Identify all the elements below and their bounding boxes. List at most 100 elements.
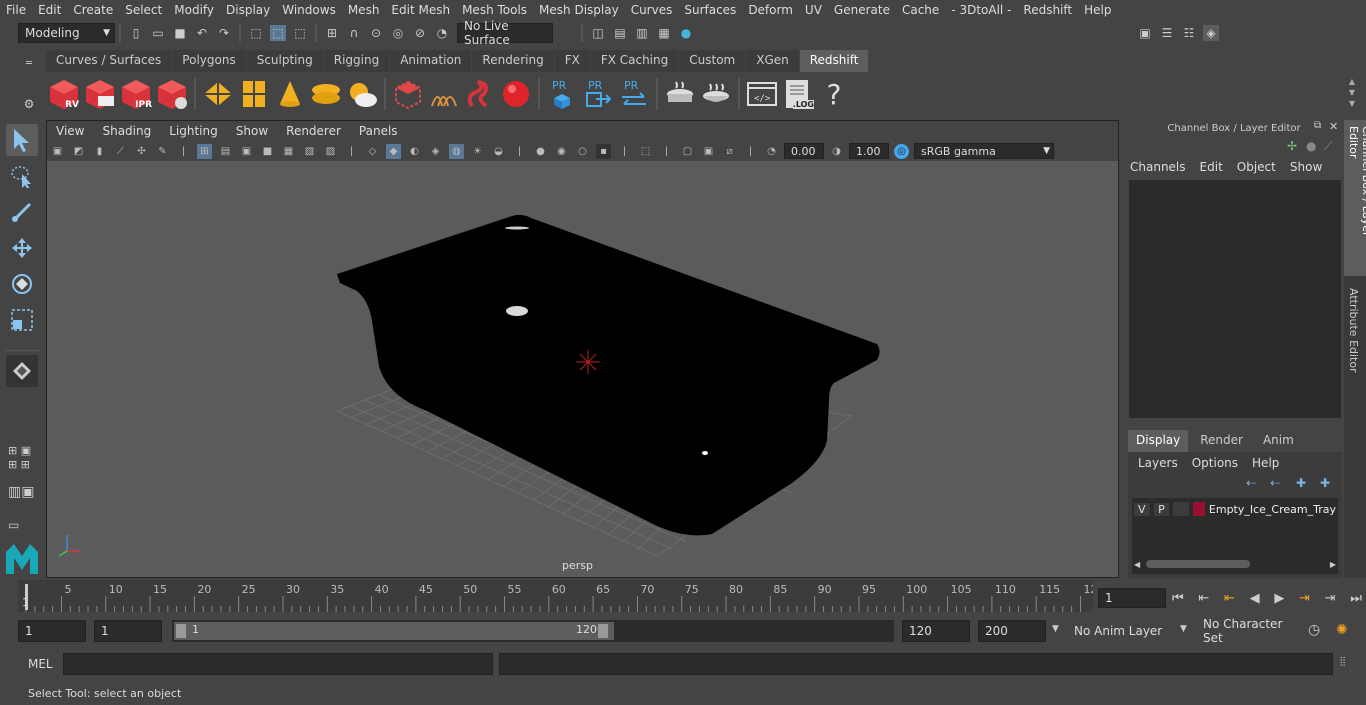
rs-script-icon[interactable]: </> (746, 78, 778, 110)
play-forward-icon[interactable]: ▶ (1274, 591, 1284, 606)
menu-uv[interactable]: UV (799, 3, 828, 17)
grid-icon[interactable]: ⊞ (197, 143, 212, 159)
menu-display[interactable]: Display (220, 3, 276, 17)
tab-anim[interactable]: Anim (1255, 430, 1302, 452)
select-hierarchy-icon[interactable]: ⬚ (248, 25, 264, 41)
use-default-material-icon[interactable]: ◐ (407, 144, 422, 159)
tab-display[interactable]: Display (1128, 430, 1189, 452)
soft-select-icon[interactable] (6, 355, 38, 387)
rs-hair-icon[interactable] (428, 78, 460, 110)
visibility-toggle[interactable]: V (1134, 502, 1150, 516)
range-slider-thumb[interactable] (174, 622, 614, 640)
tab-render[interactable]: Render (1192, 430, 1251, 452)
render-frame-icon[interactable]: ▤ (612, 25, 628, 41)
shelf-scroll[interactable]: ▲ ▼ ▼ (1345, 76, 1359, 112)
vp-menu-panels[interactable]: Panels (350, 124, 407, 138)
xray-icon[interactable]: ◍ (449, 143, 464, 159)
menu-windows[interactable]: Windows (276, 3, 342, 17)
rs-log-icon[interactable]: .LOG (782, 78, 814, 110)
menu-generate[interactable]: Generate (828, 3, 896, 17)
camera-select-icon[interactable]: ▣ (50, 144, 65, 159)
tab-fx-caching[interactable]: FX Caching (590, 50, 679, 72)
axis-gizmo-icon[interactable]: ✢ (1287, 139, 1297, 153)
start-time-field[interactable]: 1 (18, 620, 86, 642)
rs-sphere-icon[interactable] (500, 78, 532, 110)
color-management-icon[interactable]: ◎ (894, 143, 909, 159)
move-layer-up-icon[interactable]: ⇠ (1246, 476, 1256, 490)
tab-rendering[interactable]: Rendering (472, 50, 554, 72)
step-back-key-icon[interactable]: ⇤ (1224, 591, 1235, 606)
menu-deform[interactable]: Deform (742, 3, 799, 17)
menu-mesh[interactable]: Mesh (342, 3, 386, 17)
lights-icon[interactable]: ☀ (470, 144, 485, 159)
rs-bake-icon[interactable] (664, 78, 696, 110)
new-layer-icon[interactable]: ✚ (1296, 476, 1306, 490)
rs-pr-cube-icon[interactable]: PR (546, 78, 578, 110)
menu-mesh-display[interactable]: Mesh Display (533, 3, 625, 17)
render-settings-icon[interactable]: ▦ (656, 25, 672, 41)
pin-icon[interactable]: ● (1306, 139, 1316, 153)
horizontal-scrollbar[interactable]: ◀ ▶ (1134, 558, 1336, 570)
new-scene-icon[interactable]: ▯ (128, 25, 144, 41)
playback-start-field[interactable]: 1 (94, 620, 162, 642)
chevron-down-icon[interactable]: ▼ (1180, 624, 1187, 634)
backface-icon[interactable]: ⧄ (722, 144, 737, 159)
rs-pr-sync-icon[interactable]: PR (618, 78, 650, 110)
menu-edit[interactable]: Edit (32, 3, 67, 17)
rs-render-sequence-icon[interactable] (84, 78, 116, 110)
safe-title-icon[interactable]: ▨ (323, 144, 338, 159)
camera-attr-icon[interactable]: ◩ (71, 144, 86, 159)
vp-menu-view[interactable]: View (47, 124, 93, 138)
select-tool-icon[interactable] (6, 124, 38, 156)
open-scene-icon[interactable]: ▭ (150, 25, 166, 41)
image-plane-icon[interactable]: ⟋ (113, 144, 128, 159)
smooth-shade-icon[interactable]: ◆ (386, 143, 401, 159)
render-view-icon[interactable]: ◫ (590, 25, 606, 41)
gamma-icon[interactable]: ◑ (829, 144, 844, 159)
layer-menu-help[interactable]: Help (1252, 456, 1279, 470)
motion-blur-icon[interactable]: ◉ (554, 144, 569, 159)
cb-menu-channels[interactable]: Channels (1130, 160, 1186, 178)
menu-create[interactable]: Create (67, 3, 119, 17)
rs-light-spot-icon[interactable] (274, 78, 306, 110)
menu-help[interactable]: Help (1078, 3, 1117, 17)
playback-end-field[interactable]: 120 (902, 620, 970, 642)
snap-live-icon[interactable]: ◔ (434, 25, 450, 41)
layer-color-swatch[interactable] (1192, 502, 1205, 516)
snap-curve-icon[interactable]: ∩ (346, 25, 362, 41)
cb-menu-object[interactable]: Object (1237, 160, 1276, 178)
move-tool-icon[interactable] (6, 232, 38, 264)
layout-outliner-icon[interactable]: ▭ (8, 518, 38, 532)
end-time-field[interactable]: 200 (978, 620, 1046, 642)
select-component-icon[interactable]: ⬚ (292, 25, 308, 41)
shadows-icon[interactable]: ◒ (491, 144, 506, 159)
move-layer-down-icon[interactable]: ⇠ (1270, 476, 1280, 490)
rs-pr-export-icon[interactable]: PR (582, 78, 614, 110)
save-scene-icon[interactable]: ■ (172, 25, 188, 41)
tab-channel-box-layer-editor[interactable]: Channel Box / Layer Editor (1344, 120, 1366, 276)
command-input[interactable] (63, 653, 493, 675)
mode-dropdown[interactable]: Modeling ▼ (18, 23, 115, 43)
scroll-left-icon[interactable]: ◀ (1134, 560, 1140, 569)
layout-quad-icon[interactable]: ⊞ ▣ ⊞ ⊞ (8, 444, 38, 474)
rs-render-view-icon[interactable]: RV (48, 78, 80, 110)
rs-proxy-icon[interactable] (392, 78, 424, 110)
xray-active-icon[interactable]: ▣ (701, 144, 716, 159)
script-language-label[interactable]: MEL (28, 657, 53, 671)
tab-rigging[interactable]: Rigging (323, 50, 390, 72)
step-forward-icon[interactable]: ⇥ (1325, 591, 1336, 606)
play-backward-icon[interactable]: ◀ (1250, 591, 1260, 606)
scroll-thumb[interactable] (1146, 560, 1251, 568)
safe-action-icon[interactable]: ▧ (302, 144, 317, 159)
menu-modify[interactable]: Modify (168, 3, 220, 17)
go-to-end-icon[interactable]: ⏭ (1350, 591, 1362, 606)
3d-scene-view[interactable]: persp (47, 161, 1118, 577)
tab-curves-surfaces[interactable]: Curves / Surfaces (46, 50, 172, 72)
step-back-icon[interactable]: ⇤ (1198, 591, 1209, 606)
wireframe-on-shaded-icon[interactable]: ◈ (428, 144, 443, 159)
scroll-right-icon[interactable]: ▶ (1330, 560, 1336, 569)
attribute-editor-toggle-icon[interactable]: ☷ (1181, 25, 1197, 41)
toolbox-icon[interactable]: ▣ (1137, 25, 1153, 41)
range-end-handle[interactable] (598, 624, 608, 638)
vp-menu-renderer[interactable]: Renderer (277, 124, 350, 138)
